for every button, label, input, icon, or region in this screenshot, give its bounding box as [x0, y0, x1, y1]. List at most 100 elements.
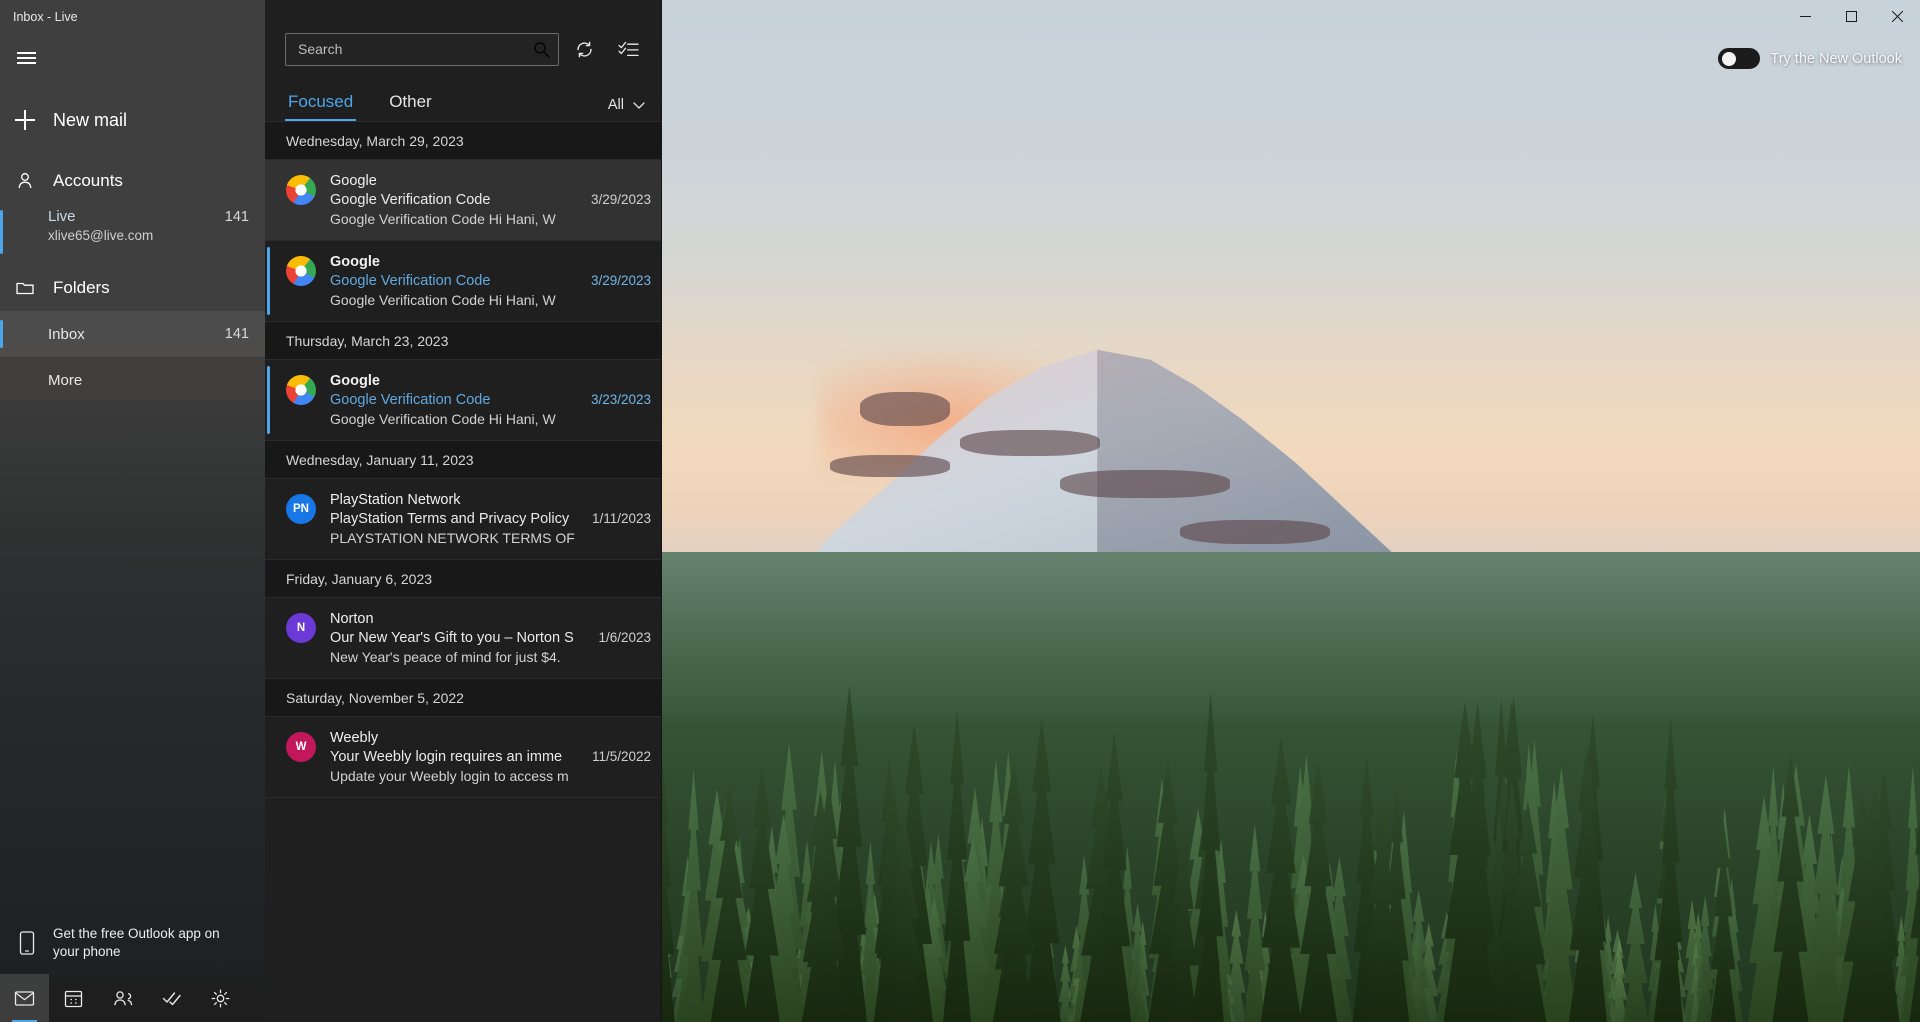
try-new-outlook[interactable]: Try the New Outlook: [1718, 48, 1902, 69]
date-group-header: Wednesday, January 11, 2023: [265, 441, 661, 479]
hamburger-menu-button[interactable]: [2, 36, 50, 80]
message-date: 11/5/2022: [591, 749, 651, 764]
message-list-item[interactable]: Google Google Verification Code 3/23/2023 G…: [265, 360, 661, 441]
message-date: 3/29/2023: [590, 192, 651, 207]
close-button[interactable]: [1874, 0, 1920, 32]
message-preview: PLAYSTATION NETWORK TERMS OF: [330, 530, 575, 546]
search-toolbar: [265, 0, 661, 72]
message-date: 1/6/2023: [598, 630, 651, 645]
new-mail-label: New mail: [53, 109, 128, 130]
message-subject: Google Verification Code: [330, 392, 491, 408]
search-box[interactable]: [285, 32, 559, 66]
select-mode-button[interactable]: [609, 31, 647, 67]
message-sender: Weebly: [330, 730, 379, 746]
nav-mail-button[interactable]: [0, 974, 49, 1022]
maximize-icon: [1845, 10, 1857, 22]
message-date: 3/23/2023: [590, 392, 651, 407]
search-input[interactable]: [298, 41, 533, 57]
message-subject-row: Google Verification Code 3/29/2023: [330, 270, 651, 289]
message-body: PlayStation Network PlayStation Terms and…: [330, 492, 651, 546]
message-date: 1/11/2023: [591, 511, 651, 526]
account-unread-count: 141: [224, 209, 249, 225]
message-header-row: Google: [330, 254, 651, 270]
message-list-item[interactable]: Google Google Verification Code 3/29/2023 G…: [265, 241, 661, 322]
rock-band: [960, 430, 1100, 456]
sidebar-account-live[interactable]: Live 141 xlive65@live.com: [0, 204, 265, 254]
filter-dropdown[interactable]: All: [608, 97, 645, 121]
rock-band: [830, 455, 950, 477]
focused-other-tabs: Focused Other All: [265, 72, 661, 122]
nav-settings-button[interactable]: [196, 974, 245, 1022]
message-body: Google Google Verification Code 3/23/2023 G…: [330, 373, 651, 427]
message-preview: Google Verification Code Hi Hani, W: [330, 292, 556, 308]
folder-icon: [16, 282, 34, 295]
date-group-header: Friday, January 6, 2023: [265, 560, 661, 598]
plus-icon: [15, 110, 35, 130]
refresh-icon: [576, 41, 592, 57]
tab-focused[interactable]: Focused: [285, 92, 357, 121]
message-header-row: Weebly: [330, 730, 651, 746]
accounts-header[interactable]: Accounts: [0, 158, 265, 204]
sender-avatar: PN: [286, 494, 316, 524]
sender-avatar: [286, 375, 316, 405]
filter-label: All: [607, 97, 624, 113]
promo-text: Get the free Outlook app on your phone: [53, 925, 220, 961]
message-sender: Google: [330, 254, 380, 270]
new-mail-button[interactable]: New mail: [0, 96, 265, 144]
message-list-item[interactable]: W Weebly Your Weebly login requires an imm…: [265, 717, 661, 798]
message-date: 3/29/2023: [590, 273, 651, 288]
date-group-header: Wednesday, March 29, 2023: [265, 122, 661, 160]
sender-avatar: W: [286, 732, 316, 762]
new-outlook-toggle[interactable]: [1718, 48, 1761, 69]
message-subject-row: Google Verification Code 3/29/2023: [330, 189, 651, 208]
message-list-item[interactable]: PN PlayStation Network PlayStation Terms a…: [265, 479, 661, 560]
message-list-scroller[interactable]: Wednesday, March 29, 2023 Google Google Ve…: [265, 122, 661, 1022]
chevron-down-icon: [633, 101, 645, 109]
date-group-header: Saturday, November 5, 2022: [265, 679, 661, 717]
message-subject: Google Verification Code: [330, 273, 491, 289]
message-subject: Google Verification Code: [330, 192, 491, 208]
message-body: Weebly Your Weebly login requires an imme…: [330, 730, 651, 784]
folder-name: Inbox: [48, 325, 85, 343]
tab-other[interactable]: Other: [386, 92, 435, 121]
message-list-item[interactable]: N Norton Our New Year's Gift to you – Nort…: [265, 598, 661, 679]
message-subject-row: Your Weebly login requires an imme 11/5/2…: [330, 746, 651, 765]
message-body: Google Google Verification Code 3/29/2023 G…: [330, 254, 651, 308]
message-subject-row: PlayStation Terms and Privacy Policy 1/11…: [330, 508, 651, 527]
nav-calendar-button[interactable]: [49, 974, 98, 1022]
message-list-pane: Focused Other All Wednesday, March 29, 2…: [265, 0, 662, 1022]
sidebar-folder-more[interactable]: More: [0, 357, 265, 403]
accounts-label: Accounts: [53, 171, 123, 190]
promo-line-2: your phone: [53, 944, 121, 959]
nav-tasks-button[interactable]: [147, 974, 196, 1022]
message-list-item[interactable]: Google Google Verification Code 3/29/2023 G…: [265, 160, 661, 241]
person-icon: [18, 173, 32, 189]
message-sender: Google: [330, 373, 380, 389]
minimize-button[interactable]: [1782, 0, 1828, 32]
message-sender: PlayStation Network: [330, 492, 461, 508]
nav-people-button[interactable]: [98, 974, 147, 1022]
folders-label: Folders: [53, 278, 110, 297]
message-subject-row: Google Verification Code 3/23/2023: [330, 389, 651, 408]
get-outlook-app-promo[interactable]: Get the free Outlook app on your phone: [0, 912, 265, 974]
close-icon: [1891, 10, 1903, 22]
promo-line-1: Get the free Outlook app on: [53, 925, 220, 941]
sender-avatar: [286, 256, 316, 286]
message-preview: Update your Weebly login to access m: [330, 768, 569, 784]
folders-header[interactable]: Folders: [0, 265, 265, 311]
people-icon: [113, 990, 132, 1005]
search-icon: [534, 41, 550, 58]
message-body: Google Google Verification Code 3/29/2023 G…: [330, 173, 651, 227]
refresh-button[interactable]: [565, 31, 603, 67]
maximize-button[interactable]: [1828, 0, 1874, 32]
sidebar-folder-inbox[interactable]: Inbox 141: [0, 311, 265, 357]
window-controls: [1782, 0, 1920, 32]
sender-avatar: [286, 175, 316, 205]
message-header-row: Google: [330, 373, 651, 389]
message-preview: Google Verification Code Hi Hani, W: [330, 411, 556, 427]
bottom-nav-bar: [0, 974, 265, 1022]
hamburger-icon: [16, 52, 36, 64]
rock-band: [1180, 520, 1330, 544]
tasks-icon: [162, 991, 181, 1005]
